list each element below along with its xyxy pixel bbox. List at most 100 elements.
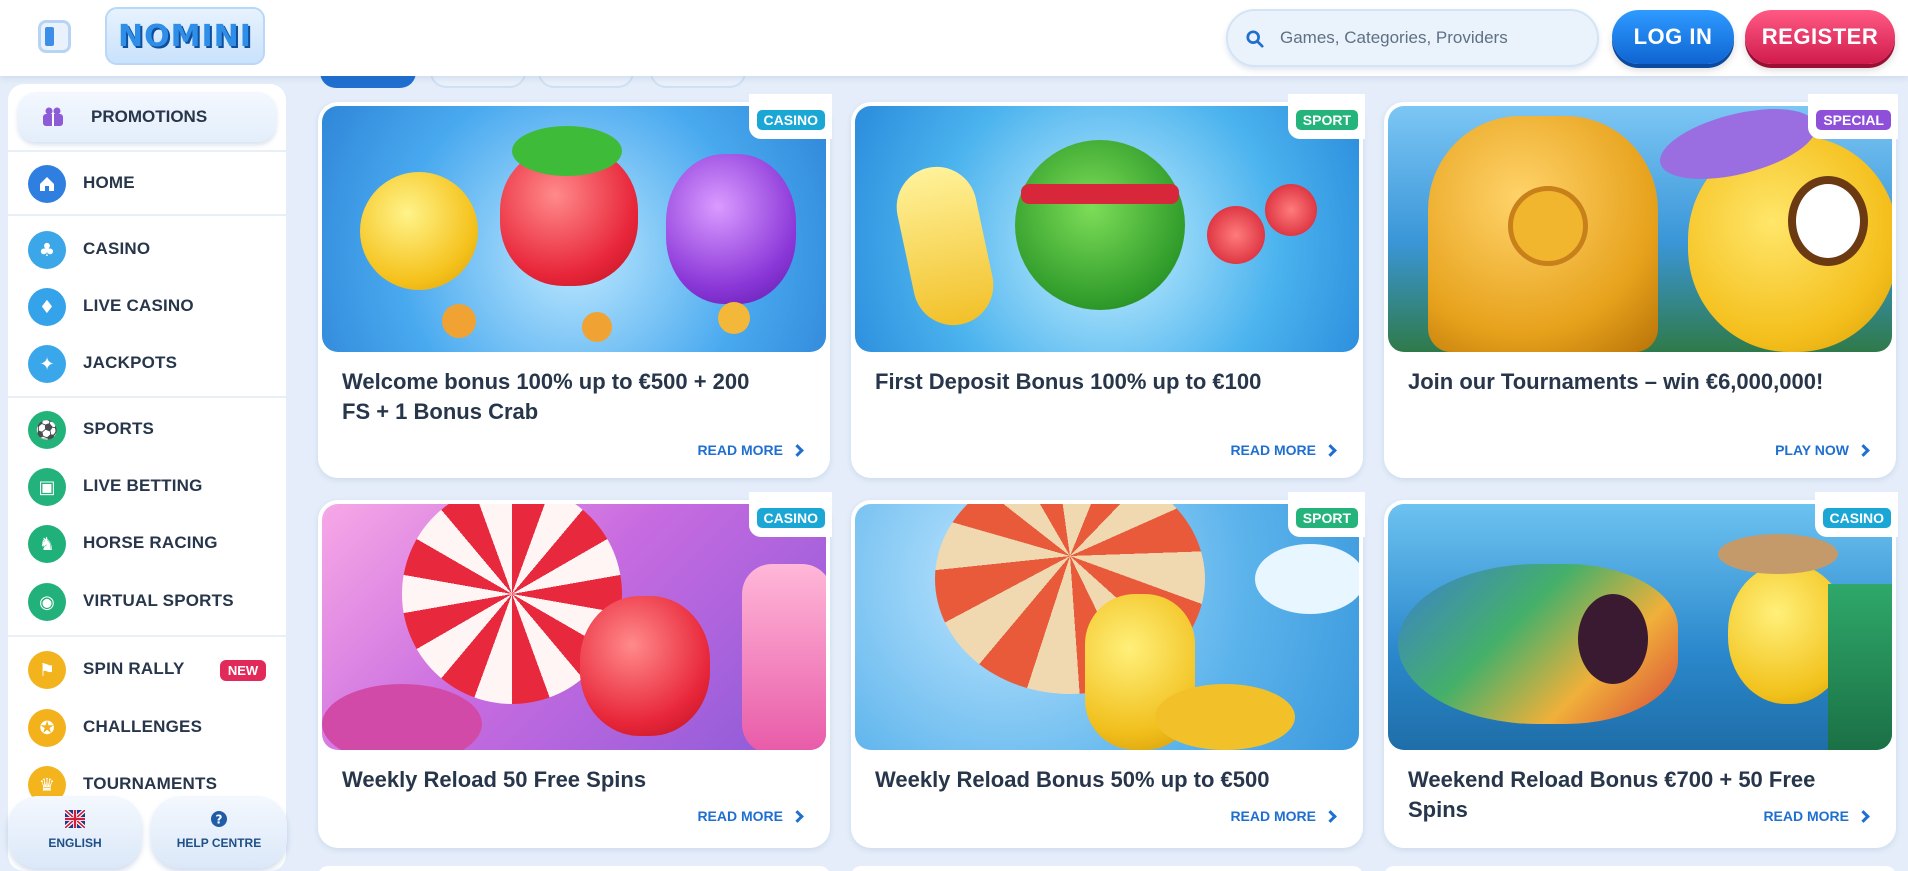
sidebar-toggle-icon[interactable] bbox=[38, 20, 71, 53]
divider bbox=[8, 214, 286, 216]
logo[interactable]: NOMINI bbox=[105, 7, 265, 65]
sidebar-item-label: JACKPOTS bbox=[83, 353, 178, 372]
sidebar-item-challenges[interactable]: ✪ CHALLENGES bbox=[8, 702, 286, 752]
sidebar-item-label: PROMOTIONS bbox=[91, 107, 208, 126]
divider bbox=[8, 150, 286, 152]
cards-icon: ♣ bbox=[28, 231, 66, 269]
help-centre-label: HELP CENTRE bbox=[176, 836, 262, 850]
read-more-link[interactable]: READ MORE bbox=[1230, 442, 1337, 458]
category-tag-label: CASINO bbox=[1822, 508, 1891, 528]
sidebar: PROMOTIONS HOME ♣ CASINO ♦ LIVE CASINO ✦… bbox=[8, 84, 286, 871]
new-badge: NEW bbox=[220, 660, 266, 681]
promotion-image bbox=[1388, 504, 1892, 750]
chevron-right-icon bbox=[1324, 809, 1337, 823]
sidebar-item-label: CHALLENGES bbox=[83, 717, 203, 736]
jackpot-icon: ✦ bbox=[28, 345, 66, 383]
sidebar-item-casino[interactable]: ♣ CASINO bbox=[8, 224, 286, 274]
live-betting-icon: ▣ bbox=[28, 468, 66, 506]
promotion-title: Weekly Reload Bonus 50% up to €500 bbox=[875, 767, 1270, 792]
play-now-link[interactable]: PLAY NOW bbox=[1775, 442, 1870, 458]
read-more-label: READ MORE bbox=[697, 808, 783, 824]
category-tag: CASINO bbox=[748, 492, 832, 537]
promotion-title: Join our Tournaments – win €6,000,000! bbox=[1408, 369, 1824, 394]
promotion-card[interactable]: CASINO Weekend Reload Bonus €700 + 50 Fr… bbox=[1384, 492, 1898, 848]
read-more-label: READ MORE bbox=[1763, 808, 1849, 824]
help-centre-button[interactable]: ? HELP CENTRE bbox=[151, 796, 287, 868]
category-tag-label: SPORT bbox=[1295, 508, 1358, 528]
virtual-sports-icon: ◉ bbox=[28, 583, 66, 621]
sidebar-item-spin-rally[interactable]: ⚑ SPIN RALLY NEW bbox=[8, 644, 286, 694]
promotion-card-partial[interactable] bbox=[318, 866, 830, 871]
promotion-title: Weekly Reload 50 Free Spins bbox=[342, 767, 647, 792]
logo-text: NOMINI bbox=[118, 18, 252, 54]
sidebar-item-sports[interactable]: ⚽ SPORTS bbox=[8, 404, 286, 454]
language-label: ENGLISH bbox=[48, 836, 102, 850]
promotion-image bbox=[1388, 106, 1892, 352]
horse-icon: ♞ bbox=[28, 525, 66, 563]
play-now-label: PLAY NOW bbox=[1775, 442, 1849, 458]
divider bbox=[8, 635, 286, 637]
top-bar: NOMINI Games, Categories, Providers LOG … bbox=[0, 0, 1908, 76]
chevron-right-icon bbox=[791, 809, 804, 823]
help-icon: ? bbox=[211, 811, 227, 827]
sidebar-item-jackpots[interactable]: ✦ JACKPOTS bbox=[8, 338, 286, 388]
promotion-card-partial[interactable] bbox=[851, 866, 1363, 871]
soccer-ball-icon: ⚽ bbox=[28, 411, 66, 449]
read-more-link[interactable]: READ MORE bbox=[697, 442, 804, 458]
sidebar-item-label: LIVE BETTING bbox=[83, 476, 203, 495]
login-button[interactable]: LOG IN bbox=[1612, 10, 1734, 64]
read-more-link[interactable]: READ MORE bbox=[1763, 808, 1870, 824]
live-casino-icon: ♦ bbox=[28, 288, 66, 326]
chevron-right-icon bbox=[1857, 443, 1870, 457]
chevron-right-icon bbox=[791, 443, 804, 457]
category-tag: SPECIAL bbox=[1808, 94, 1898, 139]
uk-flag-icon bbox=[65, 810, 85, 828]
category-tag-label: SPECIAL bbox=[1816, 110, 1891, 130]
gift-icon bbox=[43, 107, 63, 126]
promotion-image bbox=[855, 106, 1359, 352]
home-icon bbox=[28, 165, 66, 203]
promotion-image bbox=[855, 504, 1359, 750]
sidebar-item-label: SPORTS bbox=[83, 419, 155, 438]
category-tag: CASINO bbox=[748, 94, 832, 139]
chevron-right-icon bbox=[1857, 809, 1870, 823]
svg-text:?: ? bbox=[216, 813, 223, 827]
promotion-card-partial[interactable] bbox=[1384, 866, 1896, 871]
sidebar-item-label: HOME bbox=[83, 173, 135, 192]
read-more-link[interactable]: READ MORE bbox=[697, 808, 804, 824]
category-tag: CASINO bbox=[1814, 492, 1898, 537]
chevron-right-icon bbox=[1324, 443, 1337, 457]
medal-icon: ✪ bbox=[28, 709, 66, 747]
sidebar-item-label: CASINO bbox=[83, 239, 151, 258]
sidebar-item-horse-racing[interactable]: ♞ HORSE RACING bbox=[8, 518, 286, 568]
promotion-card[interactable]: SPORT Weekly Reload Bonus 50% up to €500… bbox=[851, 492, 1365, 848]
language-button[interactable]: ENGLISH bbox=[8, 796, 142, 868]
read-more-label: READ MORE bbox=[1230, 808, 1316, 824]
category-tag-label: CASINO bbox=[756, 110, 825, 130]
promotion-card[interactable]: SPORT First Deposit Bonus 100% up to €10… bbox=[851, 94, 1365, 478]
sidebar-item-label: TOURNAMENTS bbox=[83, 774, 218, 793]
search-placeholder: Games, Categories, Providers bbox=[1280, 28, 1508, 47]
search-input[interactable]: Games, Categories, Providers bbox=[1226, 9, 1599, 67]
promotion-card[interactable]: CASINO Welcome bonus 100% up to €500 + 2… bbox=[318, 94, 832, 478]
category-tag: SPORT bbox=[1287, 94, 1365, 139]
promotion-title: First Deposit Bonus 100% up to €100 bbox=[875, 369, 1262, 394]
promotion-card[interactable]: SPECIAL Join our Tournaments – win €6,00… bbox=[1384, 94, 1898, 478]
register-button[interactable]: REGISTER bbox=[1745, 10, 1895, 64]
sidebar-item-live-betting[interactable]: ▣ LIVE BETTING bbox=[8, 461, 286, 511]
sidebar-item-label: VIRTUAL SPORTS bbox=[83, 591, 234, 610]
divider bbox=[8, 396, 286, 398]
promotion-card[interactable]: CASINO Weekly Reload 50 Free Spins READ … bbox=[318, 492, 832, 848]
sidebar-item-home[interactable]: HOME bbox=[8, 158, 286, 208]
search-icon bbox=[1246, 30, 1264, 48]
sidebar-item-live-casino[interactable]: ♦ LIVE CASINO bbox=[8, 281, 286, 331]
sidebar-item-label: SPIN RALLY bbox=[83, 659, 185, 678]
spin-rally-icon: ⚑ bbox=[28, 651, 66, 689]
sidebar-item-promotions[interactable]: PROMOTIONS bbox=[18, 92, 276, 142]
read-more-link[interactable]: READ MORE bbox=[1230, 808, 1337, 824]
read-more-label: READ MORE bbox=[1230, 442, 1316, 458]
category-tag: SPORT bbox=[1287, 492, 1365, 537]
sidebar-item-virtual-sports[interactable]: ◉ VIRTUAL SPORTS bbox=[8, 576, 286, 626]
category-tag-label: SPORT bbox=[1295, 110, 1358, 130]
read-more-label: READ MORE bbox=[697, 442, 783, 458]
